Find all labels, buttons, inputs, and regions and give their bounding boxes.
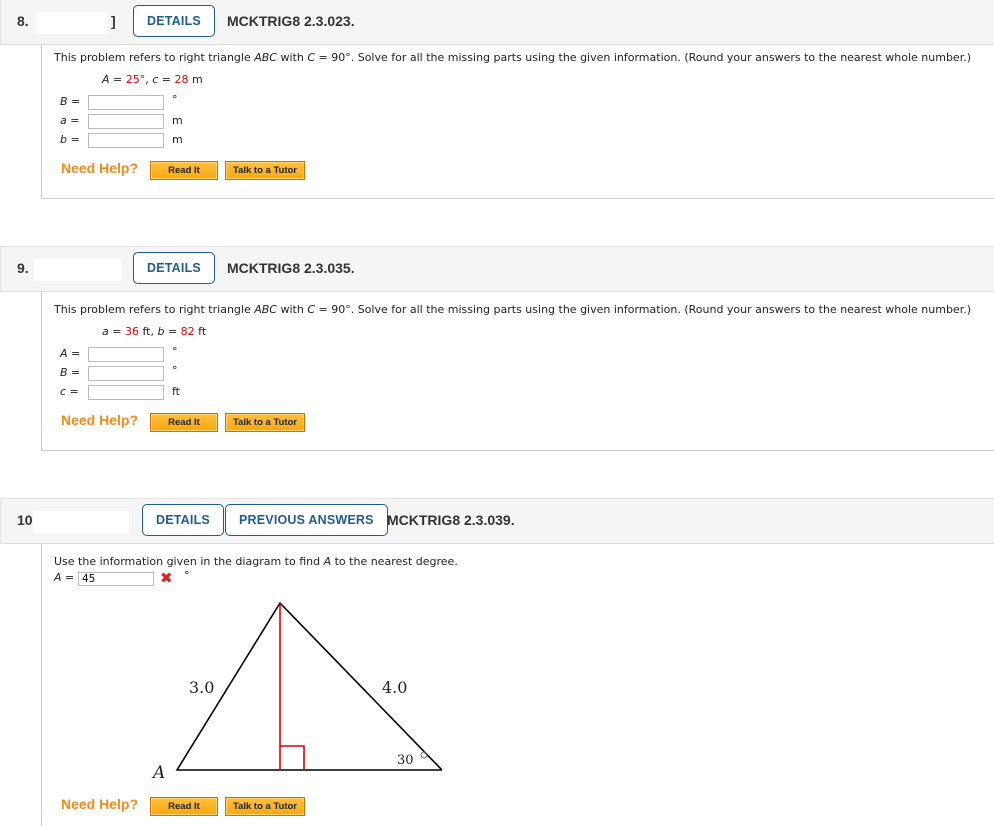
field-label: B = [60,366,81,379]
given-values: a = 36 ft, b = 82 ft [102,325,207,338]
details-button[interactable]: DETAILS [133,5,215,37]
read-it-button[interactable]: Read It [150,797,218,816]
unit-degree: ° [172,345,178,358]
left-side-label: 3.0 [189,678,214,697]
answer-input-A[interactable] [88,347,164,362]
need-help-label: Need Help? [61,160,139,176]
read-it-button[interactable]: Read It [150,413,218,432]
unit-degree: ° [172,93,178,106]
answer-input-A[interactable] [78,572,154,586]
question-number: 9. [17,260,29,276]
field-label: b = [60,133,80,146]
read-it-button[interactable]: Read It [150,161,218,180]
vertex-A-label: A [151,763,165,783]
need-help-label: Need Help? [61,412,139,428]
degree-symbol [420,751,428,759]
details-button[interactable]: DETAILS [133,252,215,284]
question-9-header: 9. DETAILS MCKTRIG8 2.3.035. [0,246,994,292]
details-button[interactable]: DETAILS [142,504,224,536]
talk-to-tutor-button[interactable]: Talk to a Tutor [225,797,305,816]
question-9-body: This problem refers to right triangle AB… [41,292,994,451]
answer-input-B[interactable] [88,95,164,110]
incorrect-x-icon: ✖ [160,569,173,587]
problem-statement: This problem refers to right triangle AB… [54,303,971,316]
answer-input-c[interactable] [88,385,164,400]
field-label: A = [54,571,75,584]
field-label: a = [60,114,80,127]
points-redacted [34,259,122,281]
talk-to-tutor-button[interactable]: Talk to a Tutor [225,161,305,180]
field-label: c = [60,385,79,398]
answer-input-a[interactable] [88,114,164,129]
right-side-label: 4.0 [382,678,407,697]
unit-m: m [172,133,183,146]
field-label: B = [60,95,81,108]
question-8-body: This problem refers to right triangle AB… [41,45,994,199]
question-number: 8. [17,13,29,29]
question-10-header: 10 DETAILS PREVIOUS ANSWERS MCKTRIG8 2.3… [0,498,994,544]
problem-code: MCKTRIG8 2.3.035. [227,260,355,276]
field-label: A = [60,347,81,360]
problem-code: MCKTRIG8 2.3.023. [227,13,355,29]
given-values: A = 25°, c = 28 m [102,73,203,86]
previous-answers-button[interactable]: PREVIOUS ANSWERS [225,504,388,536]
unit-m: m [172,114,183,127]
talk-to-tutor-button[interactable]: Talk to a Tutor [225,413,305,432]
unit-degree: ° [172,364,178,377]
problem-statement: Use the information given in the diagram… [54,555,458,568]
triangle-diagram: 3.0 4.0 30 A [151,601,442,783]
right-angle-marker [280,745,305,770]
answer-input-b[interactable] [88,133,164,148]
answer-input-B[interactable] [88,366,164,381]
points-redacted [33,511,129,533]
question-number: 10 [17,512,33,528]
unit-degree: ° [184,569,190,582]
problem-code: MCKTRIG8 2.3.039. [387,512,515,528]
question-10-body: Use the information given in the diagram… [41,544,994,826]
need-help-label: Need Help? [61,796,139,812]
points-bracket: ] [111,13,116,29]
question-8-header: 8. ] DETAILS MCKTRIG8 2.3.023. [0,0,994,45]
angle-label: 30 [397,753,414,768]
unit-ft: ft [172,385,180,398]
points-redacted [36,12,108,34]
problem-statement: This problem refers to right triangle AB… [54,51,971,64]
